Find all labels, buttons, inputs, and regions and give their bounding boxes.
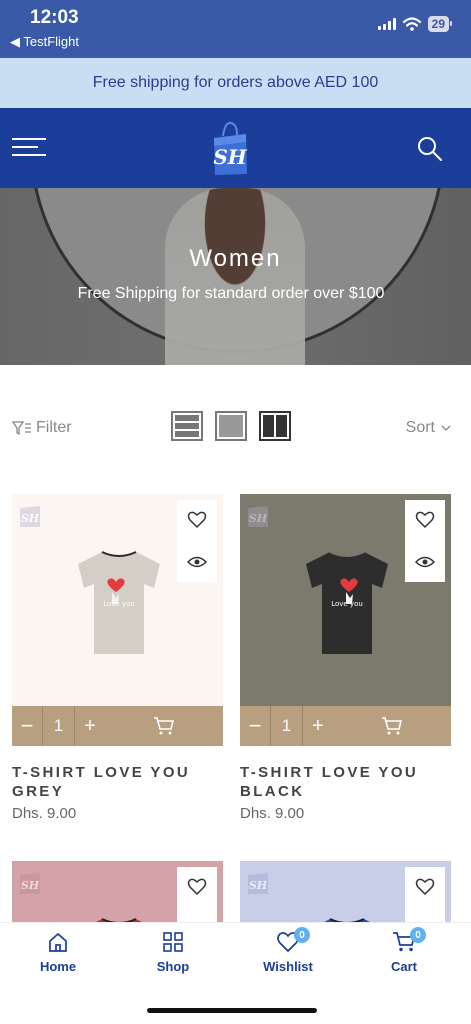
product-toolbar: Filter Sort bbox=[0, 405, 471, 455]
cart-icon bbox=[154, 717, 175, 735]
product-card[interactable]: SH bbox=[240, 861, 451, 922]
cart-count-badge: 0 bbox=[410, 927, 426, 943]
single-view-icon[interactable] bbox=[215, 411, 247, 441]
site-header: SH bbox=[0, 108, 471, 188]
heart-icon[interactable] bbox=[187, 877, 207, 897]
wifi-icon bbox=[402, 17, 421, 31]
quantity-bar: − 1 + bbox=[240, 706, 451, 746]
product-price: Dhs. 9.00 bbox=[12, 805, 77, 822]
tab-wishlist-label: Wishlist bbox=[263, 959, 313, 974]
category-subtitle: Free Shipping for standard order over $1… bbox=[77, 285, 385, 302]
cart-icon bbox=[382, 717, 403, 735]
product-image[interactable]: SH Love you bbox=[12, 494, 223, 706]
product-actions bbox=[405, 867, 445, 922]
grid-view-icon[interactable] bbox=[259, 411, 291, 441]
search-icon[interactable] bbox=[417, 136, 443, 162]
tab-home[interactable]: Home bbox=[18, 931, 98, 974]
tab-home-label: Home bbox=[39, 959, 77, 974]
quantity-bar: − 1 + bbox=[12, 706, 223, 746]
heart-icon[interactable] bbox=[187, 510, 207, 530]
add-to-cart-button[interactable] bbox=[333, 706, 451, 746]
svg-text:SH: SH bbox=[249, 879, 268, 892]
logo-text: SH bbox=[213, 145, 247, 169]
list-view-icon[interactable] bbox=[171, 411, 203, 441]
quantity-input[interactable]: 1 bbox=[270, 706, 303, 746]
home-icon bbox=[49, 932, 67, 952]
tab-shop-label: Shop bbox=[156, 959, 190, 974]
category-hero: Women Free Shipping for standard order o… bbox=[0, 188, 471, 365]
wishlist-count-badge: 0 bbox=[294, 927, 310, 943]
brand-watermark-icon: SH bbox=[248, 873, 268, 894]
product-image[interactable]: SH Love you bbox=[240, 494, 451, 706]
product-name[interactable]: T-SHIRT LOVE YOU BLACK bbox=[240, 763, 465, 801]
brand-watermark-icon: SH bbox=[248, 506, 268, 527]
battery-icon: 29 bbox=[427, 16, 453, 32]
tshirt-image bbox=[324, 918, 370, 922]
svg-text:SH: SH bbox=[249, 512, 268, 525]
brand-watermark-icon: SH bbox=[20, 873, 40, 894]
grid-icon bbox=[163, 932, 183, 952]
quantity-decrease-button[interactable]: − bbox=[240, 706, 270, 746]
quantity-decrease-button[interactable]: − bbox=[12, 706, 42, 746]
product-actions bbox=[405, 500, 445, 582]
product-card[interactable]: SH Love you − 1 + T-SHIRT LOVE YOU BLACK… bbox=[240, 494, 451, 824]
promo-banner: Free shipping for orders above AED 100 bbox=[0, 58, 471, 108]
filter-icon bbox=[12, 421, 31, 436]
product-actions bbox=[177, 500, 217, 582]
status-time: 12:03 bbox=[30, 7, 79, 28]
product-card[interactable]: SH bbox=[12, 861, 223, 922]
brand-watermark-icon: SH bbox=[20, 506, 40, 527]
back-to-testflight[interactable]: ◀ TestFlight bbox=[10, 34, 79, 50]
product-image[interactable]: SH bbox=[240, 861, 451, 922]
product-image[interactable]: SH bbox=[12, 861, 223, 922]
signal-icon bbox=[377, 18, 396, 30]
product-price: Dhs. 9.00 bbox=[240, 805, 305, 822]
svg-text:SH: SH bbox=[21, 512, 40, 525]
home-indicator[interactable] bbox=[147, 1008, 317, 1013]
tshirt-image bbox=[96, 918, 142, 922]
eye-icon[interactable] bbox=[415, 552, 435, 572]
heart-icon[interactable] bbox=[415, 877, 435, 897]
status-icons: 29 bbox=[377, 16, 453, 32]
product-card[interactable]: SH Love you − 1 + T-SHIRT LOVE YOU GREY … bbox=[12, 494, 223, 824]
product-name[interactable]: T-SHIRT LOVE YOU GREY bbox=[12, 763, 237, 801]
chevron-down-icon bbox=[441, 425, 451, 431]
tab-wishlist[interactable]: 0 Wishlist bbox=[248, 927, 328, 974]
tab-cart-label: Cart bbox=[390, 959, 417, 974]
tab-cart[interactable]: 0 Cart bbox=[364, 927, 444, 974]
tshirt-image: Love you bbox=[306, 551, 388, 654]
sort-button[interactable]: Sort bbox=[406, 419, 451, 437]
filter-label: Filter bbox=[36, 419, 72, 436]
status-bar: 12:03 ◀ TestFlight 29 bbox=[0, 0, 471, 58]
quantity-increase-button[interactable]: + bbox=[75, 706, 105, 746]
brand-logo[interactable]: SH bbox=[211, 120, 249, 176]
sort-label: Sort bbox=[405, 419, 435, 436]
svg-text:SH: SH bbox=[21, 879, 40, 892]
quantity-input[interactable]: 1 bbox=[42, 706, 75, 746]
eye-icon[interactable] bbox=[187, 552, 207, 572]
svg-text:Love you: Love you bbox=[331, 600, 363, 608]
category-title: Women bbox=[189, 245, 282, 272]
product-actions bbox=[177, 867, 217, 922]
svg-text:Love you: Love you bbox=[103, 600, 135, 608]
quantity-increase-button[interactable]: + bbox=[303, 706, 333, 746]
heart-icon[interactable] bbox=[415, 510, 435, 530]
tshirt-image: Love you bbox=[78, 551, 160, 654]
hamburger-icon[interactable] bbox=[12, 138, 46, 158]
tab-shop[interactable]: Shop bbox=[133, 931, 213, 974]
filter-button[interactable]: Filter bbox=[12, 419, 72, 437]
add-to-cart-button[interactable] bbox=[105, 706, 223, 746]
